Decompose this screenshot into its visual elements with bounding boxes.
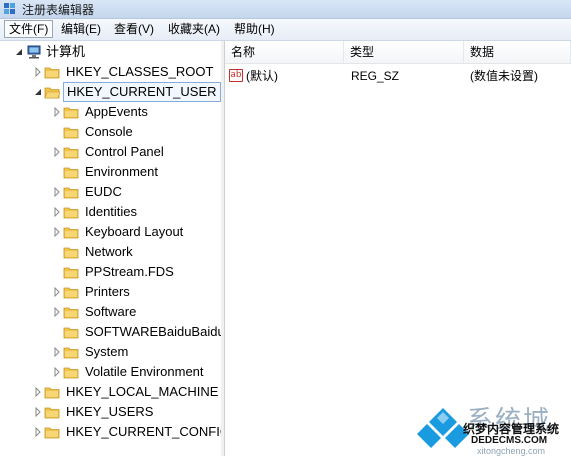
tree-label[interactable]: Identities [82,203,140,221]
collapsed-arrow-icon[interactable] [53,147,61,157]
collapsed-arrow-icon[interactable] [34,407,42,417]
tree-label[interactable]: HKEY_CURRENT_CONFIG [63,423,221,441]
folder-icon [44,387,60,399]
watermark-line3: xitongcheng.com [477,446,546,456]
folder-icon [44,67,60,79]
tree-label[interactable]: System [82,343,131,361]
column-header-type[interactable]: 类型 [344,41,464,64]
folder-icon [44,427,60,439]
tree-label[interactable]: HKEY_CLASSES_ROOT [63,63,216,81]
menu-favorites[interactable]: 收藏夹(A) [164,21,224,37]
tree-node-subkey[interactable]: Printers [0,283,221,301]
tree-label[interactable]: 计算机 [43,43,88,61]
folder-icon [63,267,79,279]
expanded-arrow-icon[interactable] [34,87,42,97]
folder-icon [63,287,79,299]
tree-label[interactable]: HKEY_USERS [63,403,156,421]
registry-editor-icon [4,3,15,14]
tree-node-subkey[interactable]: Volatile Environment [0,363,221,381]
tree-node-subkey[interactable]: Keyboard Layout [0,223,221,241]
collapsed-arrow-icon[interactable] [53,187,61,197]
collapsed-arrow-icon[interactable] [53,207,61,217]
tree-label[interactable]: Network [82,243,136,261]
collapsed-arrow-icon[interactable] [53,307,61,317]
value-data: (数值未设置) [470,69,538,83]
tree-label[interactable]: AppEvents [82,103,151,121]
tree-label[interactable]: Keyboard Layout [82,223,186,241]
menu-view[interactable]: 查看(V) [110,21,158,37]
tree-node-subkey[interactable]: Control Panel [0,143,221,161]
tree-node-subkey[interactable]: Environment [0,163,221,181]
collapsed-arrow-icon[interactable] [53,367,61,377]
string-value-icon: ab [229,69,243,82]
folder-icon [63,187,79,199]
folder-icon [63,247,79,259]
collapsed-arrow-icon[interactable] [53,227,61,237]
tree-label[interactable]: Control Panel [82,143,167,161]
tree-label[interactable]: Volatile Environment [82,363,207,381]
collapsed-arrow-icon[interactable] [53,347,61,357]
tree-label[interactable]: HKEY_CURRENT_USER [63,82,221,102]
tree-node-subkey[interactable]: Identities [0,203,221,221]
menu-help[interactable]: 帮助(H) [230,21,279,37]
folder-icon [63,307,79,319]
tree-label[interactable]: Environment [82,163,161,181]
tree-node-computer[interactable]: 计算机 [0,43,221,61]
column-header-data[interactable]: 数据 [464,41,571,64]
tree-label[interactable]: Software [82,303,139,321]
tree-label[interactable]: Printers [82,283,133,301]
values-pane[interactable]: 名称 类型 数据 ab (默认) REG_SZ (数值未设置) [225,41,571,456]
open-folder-icon [44,87,60,99]
tree-node-subkey[interactable]: EUDC [0,183,221,201]
tree-node-subkey[interactable]: Network [0,243,221,261]
tree-node-subkey[interactable]: System [0,343,221,361]
folder-icon [63,367,79,379]
tree-node-subkey[interactable]: PPStream.FDS [0,263,221,281]
folder-icon [63,207,79,219]
folder-icon [44,407,60,419]
watermark-line2: DEDECMS.COM [471,435,548,446]
folder-icon [63,147,79,159]
collapsed-arrow-icon[interactable] [34,427,42,437]
column-header-name[interactable]: 名称 [225,41,344,64]
windows-logo-icon [417,408,469,448]
tree-label[interactable]: SOFTWAREBaiduBaidu [82,323,221,341]
tree-label[interactable]: PPStream.FDS [82,263,177,281]
tree-node-hkey-users[interactable]: HKEY_USERS [0,403,221,421]
menu-edit[interactable]: 编辑(E) [57,21,105,37]
window-title: 注册表编辑器 [22,3,95,17]
collapsed-arrow-icon[interactable] [53,107,61,117]
tree-node-subkey[interactable]: Software [0,303,221,321]
tree-node-hkey-classes-root[interactable]: HKEY_CLASSES_ROOT [0,63,221,81]
tree-node-subkey[interactable]: Console [0,123,221,141]
tree-node-hkey-local-machine[interactable]: HKEY_LOCAL_MACHINE [0,383,221,401]
table-row[interactable]: ab (默认) REG_SZ (数值未设置) [225,66,571,86]
tree-node-hkey-current-config[interactable]: HKEY_CURRENT_CONFIG [0,423,221,441]
collapsed-arrow-icon[interactable] [53,287,61,297]
collapsed-arrow-icon[interactable] [34,387,42,397]
menu-bar: 文件(F) 编辑(E) 查看(V) 收藏夹(A) 帮助(H) [0,19,571,41]
computer-icon [27,45,41,59]
menu-file[interactable]: 文件(F) [4,20,54,38]
value-name: (默认) [246,69,278,83]
tree-node-subkey[interactable]: AppEvents [0,103,221,121]
tree-label[interactable]: HKEY_LOCAL_MACHINE [63,383,221,401]
tree-label[interactable]: Console [82,123,136,141]
folder-icon [63,327,79,339]
folder-icon [63,167,79,179]
folder-icon [63,227,79,239]
folder-icon [63,347,79,359]
title-bar: 注册表编辑器 [0,0,571,19]
tree-node-subkey[interactable]: SOFTWAREBaiduBaidu [0,323,221,341]
folder-icon [63,127,79,139]
expanded-arrow-icon[interactable] [15,47,23,57]
folder-icon [63,107,79,119]
collapsed-arrow-icon[interactable] [34,67,42,77]
tree-label[interactable]: EUDC [82,183,125,201]
key-tree-pane[interactable]: 计算机 HKEY_CLASSES_ROOT HKEY_CURRENT_USER … [0,41,222,456]
value-type: REG_SZ [351,69,400,83]
watermark: 系统城 织梦内容管理系统 DEDECMS.COM xitongcheng.com [415,402,571,456]
tree-node-hkey-current-user[interactable]: HKEY_CURRENT_USER [0,82,221,102]
